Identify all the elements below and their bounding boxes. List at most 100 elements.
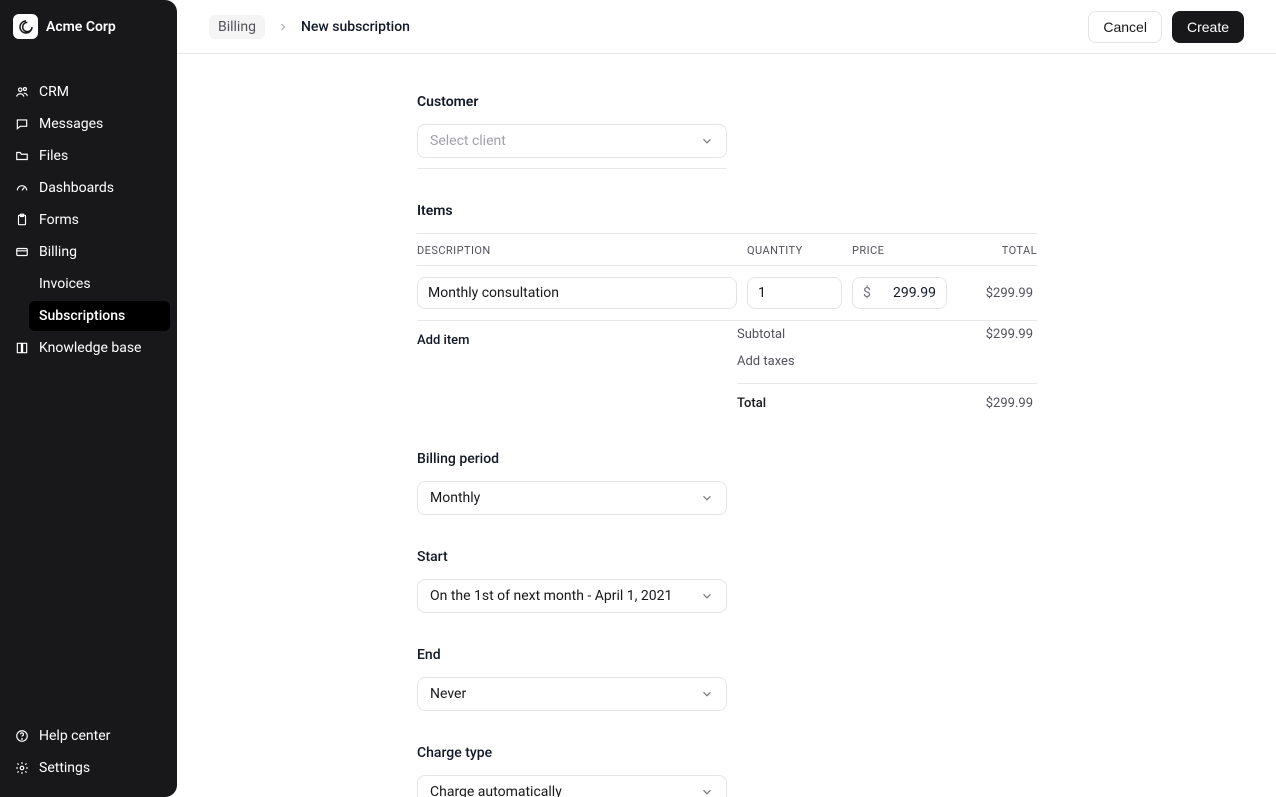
charge-type-label: Charge type: [417, 745, 1037, 761]
nav-item-knowledge-base[interactable]: Knowledge base: [7, 333, 170, 363]
item-price-input[interactable]: $ 299.99: [852, 277, 947, 309]
gear-icon: [15, 761, 29, 775]
total-label: Total: [737, 396, 766, 411]
currency-symbol: $: [863, 285, 871, 301]
charge-type-value: Charge automatically: [430, 784, 562, 797]
item-row-total: $299.99: [957, 286, 1037, 301]
items-label: Items: [417, 203, 1037, 219]
item-quantity-value: 1: [758, 285, 766, 301]
nav-label: Billing: [39, 244, 77, 260]
subtotal-label: Subtotal: [737, 327, 785, 342]
items-block: Items DESCRIPTION QUANTITY PRICE TOTAL M…: [417, 203, 1037, 417]
nav-label: Knowledge base: [39, 340, 141, 356]
subtotal-row: Subtotal $299.99: [737, 321, 1037, 348]
customer-select[interactable]: Select client: [417, 124, 727, 158]
items-table: DESCRIPTION QUANTITY PRICE TOTAL Monthly…: [417, 233, 1037, 417]
breadcrumb: Billing New subscription: [209, 15, 410, 39]
breadcrumb-current: New subscription: [301, 19, 410, 35]
nav-item-billing[interactable]: Billing: [7, 237, 170, 267]
item-quantity-input[interactable]: 1: [747, 277, 842, 309]
col-description: DESCRIPTION: [417, 244, 737, 257]
topbar-actions: Cancel Create: [1088, 11, 1244, 43]
nav-label: Settings: [39, 760, 90, 776]
nav-item-forms[interactable]: Forms: [7, 205, 170, 235]
form: Customer Select client Items DESCRIPTION…: [417, 94, 1037, 797]
clipboard-icon: [15, 213, 29, 227]
end-label: End: [417, 647, 1037, 663]
col-total: TOTAL: [957, 244, 1037, 257]
nav-item-invoices[interactable]: Invoices: [29, 269, 170, 299]
nav-item-dashboards[interactable]: Dashboards: [7, 173, 170, 203]
brand: Acme Corp: [7, 14, 170, 57]
chevron-right-icon: [277, 21, 289, 33]
items-footer: Add item Subtotal $299.99 Add taxes: [417, 321, 1037, 417]
nav-billing-sub: Invoices Subscriptions: [7, 269, 170, 331]
brand-name: Acme Corp: [46, 19, 116, 35]
items-row: Monthly consultation 1 $ 299.99 $299.99: [417, 266, 1037, 321]
end-value: Never: [430, 686, 466, 702]
primary-nav: CRM Messages Files Dashboards Forms: [7, 57, 170, 363]
start-select[interactable]: On the 1st of next month - April 1, 2021: [417, 579, 727, 613]
items-header: DESCRIPTION QUANTITY PRICE TOTAL: [417, 233, 1037, 266]
users-icon: [15, 85, 29, 99]
nav-label: CRM: [39, 84, 69, 100]
nav-label: Forms: [39, 212, 79, 228]
breadcrumb-parent[interactable]: Billing: [209, 15, 265, 39]
nav-label: Subscriptions: [39, 308, 125, 324]
nav-item-settings[interactable]: Settings: [7, 753, 170, 783]
chevron-down-icon: [700, 491, 714, 505]
billing-period-block: Billing period Monthly: [417, 451, 1037, 515]
nav-item-subscriptions[interactable]: Subscriptions: [29, 301, 170, 331]
add-taxes-row[interactable]: Add taxes: [737, 348, 1037, 375]
gauge-icon: [15, 181, 29, 195]
chevron-down-icon: [700, 589, 714, 603]
chevron-down-icon: [700, 134, 714, 148]
credit-card-icon: [15, 245, 29, 259]
content: Customer Select client Items DESCRIPTION…: [177, 54, 1276, 797]
total-row: Total $299.99: [737, 383, 1037, 417]
sidebar-footer: Help center Settings: [7, 721, 170, 783]
chevron-down-icon: [700, 785, 714, 797]
nav-label: Dashboards: [39, 180, 114, 196]
help-icon: [15, 729, 29, 743]
customer-block: Customer Select client: [417, 94, 1037, 169]
total-value: $299.99: [986, 396, 1033, 411]
item-price-value: 299.99: [893, 285, 936, 301]
brand-logo: [13, 14, 38, 39]
sidebar: Acme Corp CRM Messages Files Dashboards: [0, 0, 177, 797]
col-price: PRICE: [852, 244, 947, 257]
nav-item-crm[interactable]: CRM: [7, 77, 170, 107]
start-block: Start On the 1st of next month - April 1…: [417, 549, 1037, 613]
billing-period-select[interactable]: Monthly: [417, 481, 727, 515]
topbar: Billing New subscription Cancel Create: [177, 0, 1276, 54]
nav-item-messages[interactable]: Messages: [7, 109, 170, 139]
end-select[interactable]: Never: [417, 677, 727, 711]
nav-item-help[interactable]: Help center: [7, 721, 170, 751]
divider: [417, 168, 727, 169]
nav-label: Messages: [39, 116, 103, 132]
nav-label: Invoices: [39, 276, 91, 292]
charge-type-block: Charge type Charge automatically: [417, 745, 1037, 797]
add-taxes-label: Add taxes: [737, 354, 795, 369]
main: Billing New subscription Cancel Create C…: [177, 0, 1276, 797]
col-quantity: QUANTITY: [747, 244, 842, 257]
charge-type-select[interactable]: Charge automatically: [417, 775, 727, 797]
customer-label: Customer: [417, 94, 1037, 110]
billing-period-value: Monthly: [430, 490, 480, 506]
start-value: On the 1st of next month - April 1, 2021: [430, 588, 672, 604]
add-item-link[interactable]: Add item: [417, 321, 469, 348]
item-description-input[interactable]: Monthly consultation: [417, 277, 737, 309]
cancel-button[interactable]: Cancel: [1088, 11, 1162, 43]
chevron-down-icon: [700, 687, 714, 701]
create-button[interactable]: Create: [1172, 11, 1244, 43]
nav-item-files[interactable]: Files: [7, 141, 170, 171]
billing-period-label: Billing period: [417, 451, 1037, 467]
subtotal-value: $299.99: [986, 327, 1033, 342]
chat-icon: [15, 117, 29, 131]
end-block: End Never: [417, 647, 1037, 711]
items-summary: Subtotal $299.99 Add taxes Total $299.99: [737, 321, 1037, 417]
nav-label: Files: [39, 148, 68, 164]
nav-label: Help center: [39, 728, 110, 744]
book-icon: [15, 341, 29, 355]
start-label: Start: [417, 549, 1037, 565]
